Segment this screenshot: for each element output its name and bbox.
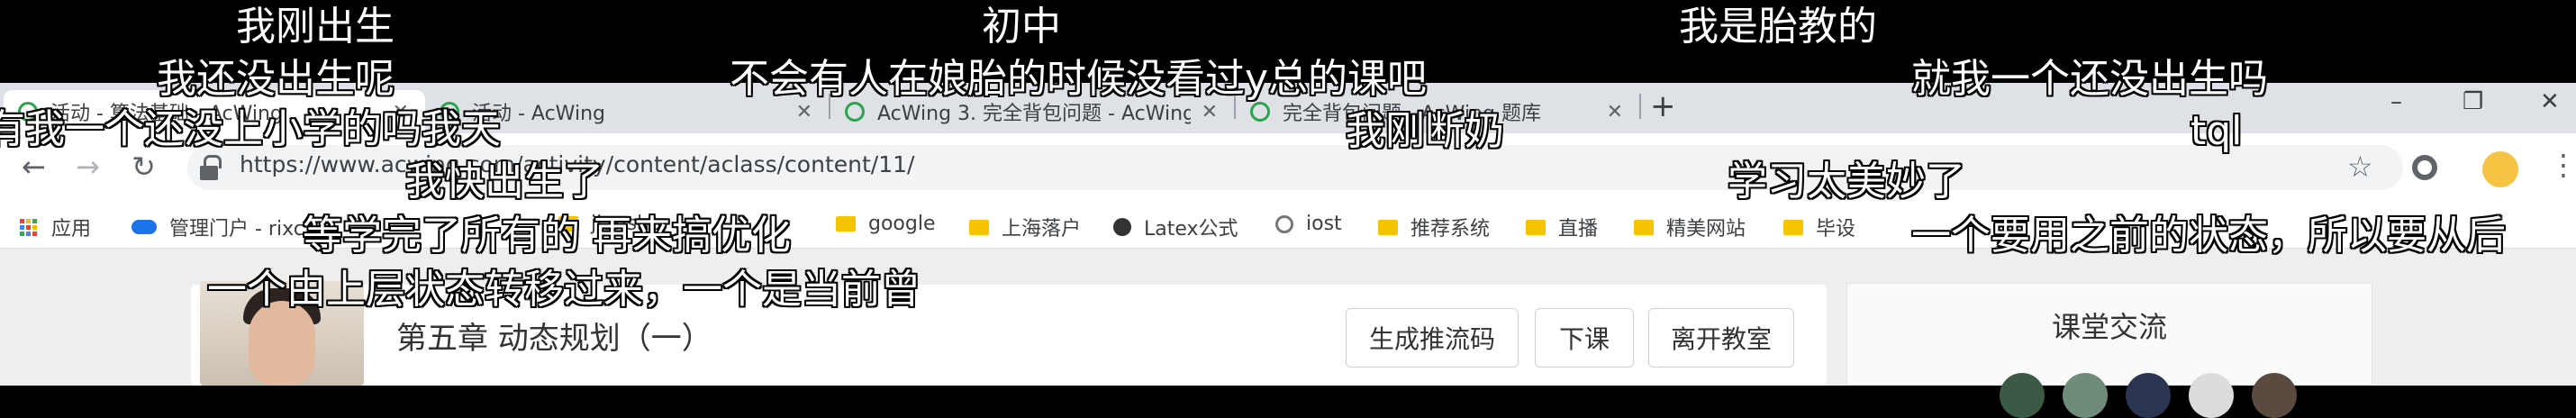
leave-classroom-button[interactable]: 离开教室 [1648, 308, 1794, 368]
bookmark-iost[interactable]: iost [1275, 213, 1342, 235]
acwing-favicon-icon [1250, 102, 1270, 122]
danmaku-comment: 等学完了所有的 再来搞优化 [303, 213, 791, 259]
bookmark-google[interactable]: google [836, 213, 936, 235]
danmaku-comment: tql [2191, 108, 2243, 154]
tab-separator [1639, 94, 1641, 119]
bookmark-apps[interactable]: 应用 [20, 213, 91, 241]
danmaku-comment: 我还没出生呢 [157, 56, 395, 102]
reload-icon[interactable]: ↻ [132, 150, 156, 184]
acwing-favicon-icon [845, 102, 865, 122]
bookmark-sites[interactable]: 精美网站 [1634, 213, 1746, 241]
tab-close-icon[interactable]: ✕ [796, 101, 812, 123]
end-class-button[interactable]: 下课 [1535, 308, 1634, 368]
lock-body-icon [200, 166, 218, 180]
chat-title: 课堂交流 [2051, 310, 2167, 344]
folder-icon [969, 219, 989, 235]
danmaku-comment: 学习太美妙了 [1728, 159, 1965, 204]
user-avatar[interactable] [2252, 373, 2297, 418]
folder-icon [1783, 219, 1803, 235]
danmaku-comment: 我刚出生 [236, 4, 395, 50]
danmaku-comment: 有我一个还没上小学的吗我天 [0, 106, 501, 152]
generate-stream-code-button[interactable]: 生成推流码 [1346, 308, 1519, 368]
folder-icon [1634, 219, 1654, 235]
user-avatar[interactable] [2063, 373, 2108, 418]
chapter-title: 第五章 动态规划（一） [396, 321, 712, 357]
bookmark-admin-portal[interactable]: 管理门户 - rixc [132, 213, 304, 241]
back-icon[interactable]: ← [22, 150, 46, 184]
danmaku-comment: 我快出生了 [405, 159, 603, 204]
bookmark-recsys[interactable]: 推荐系统 [1378, 213, 1490, 241]
bookmark-shanghai[interactable]: 上海落户 [969, 213, 1081, 241]
github-icon [1113, 218, 1131, 236]
danmaku-comment: 就我一个还没出生吗 [1911, 56, 2268, 102]
bookmark-live[interactable]: 直播 [1526, 213, 1598, 241]
forward-icon[interactable]: → [76, 150, 100, 184]
danmaku-comment: 一个由上层状态转移过来，一个是当前曾 [207, 267, 921, 313]
extension-icon[interactable] [2412, 155, 2437, 180]
tab-close-icon[interactable]: ✕ [1607, 101, 1623, 123]
user-avatar[interactable] [2189, 373, 2234, 418]
globe-icon [1275, 214, 1293, 233]
danmaku-comment: 不会有人在娘胎的时候没看过y总的课吧 [730, 56, 1428, 102]
minimize-icon[interactable]: – [2390, 88, 2402, 115]
bookmark-latex[interactable]: Latex公式 [1113, 213, 1238, 241]
close-window-icon[interactable]: ✕ [2540, 88, 2560, 115]
menu-icon[interactable]: ⋮ [2549, 148, 2576, 182]
danmaku-comment: 一个要用之前的状态，所以要从后 [1911, 213, 2506, 259]
apps-grid-icon [20, 218, 37, 236]
danmaku-comment: 我刚断奶 [1346, 108, 1504, 154]
star-icon[interactable]: ☆ [2347, 150, 2373, 184]
new-tab-button[interactable]: + [1650, 88, 1676, 124]
danmaku-comment: 初中 [982, 4, 1061, 50]
danmaku-comment: 我是胎教的 [1679, 4, 1877, 50]
folder-icon [836, 216, 856, 232]
folder-icon [1378, 219, 1398, 235]
restore-icon[interactable]: ❐ [2463, 88, 2483, 115]
user-avatar[interactable] [2000, 373, 2045, 418]
user-avatar[interactable] [2126, 373, 2171, 418]
tab-close-icon[interactable]: ✕ [1202, 101, 1218, 123]
folder-icon [1526, 219, 1546, 235]
cloud-icon [132, 220, 157, 234]
profile-avatar-icon[interactable] [2482, 151, 2518, 187]
bookmark-thesis[interactable]: 毕设 [1783, 213, 1855, 241]
